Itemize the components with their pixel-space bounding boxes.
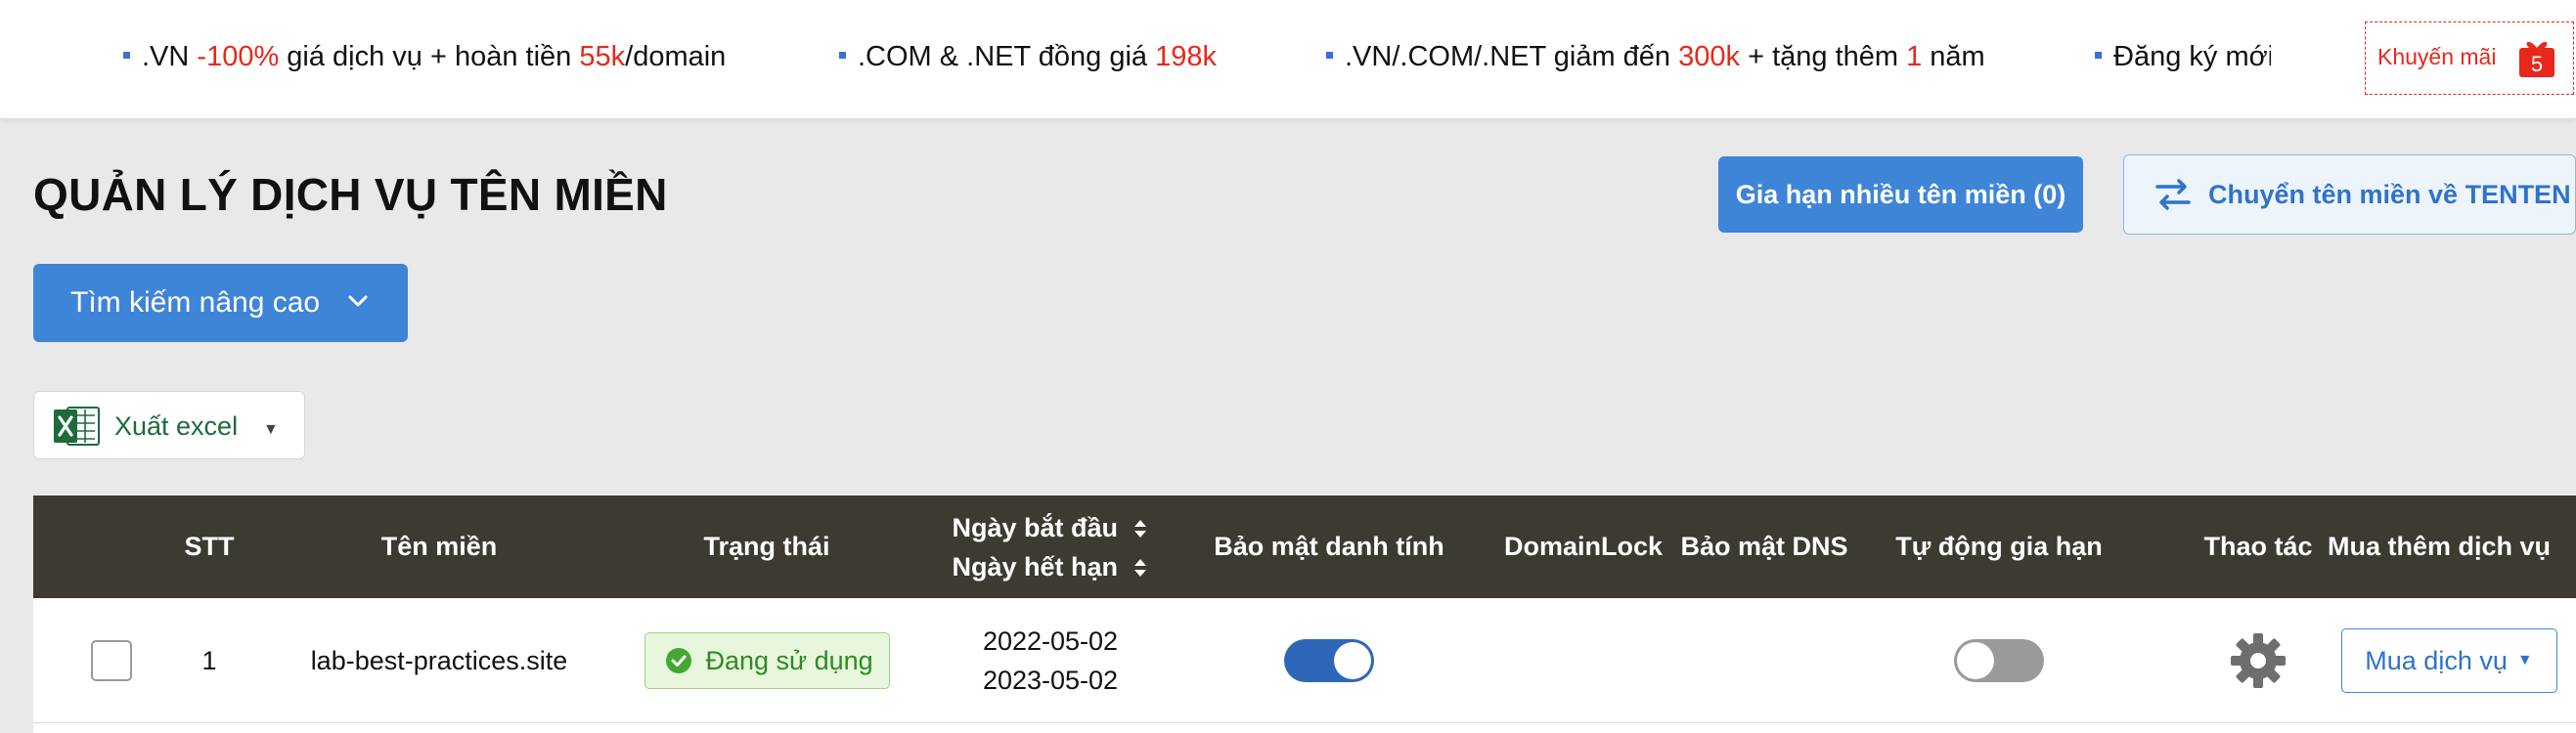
row-status-cell: Đang sử dụng [620, 598, 913, 723]
row-start-date: 2022-05-02 [982, 626, 1119, 656]
table-row: 1 lab-best-practices.site Đang sử dụng 2… [33, 598, 2576, 723]
page-title: QUẢN LÝ DỊCH VỤ TÊN MIỀN [33, 169, 668, 220]
row-privacy-cell [1187, 598, 1471, 723]
gift-icon: 5 [2519, 41, 2554, 77]
bullet-icon [839, 51, 846, 59]
row-buy-cell: Mua dịch vụ ▼ [2322, 598, 2576, 723]
row-stt: 1 [201, 645, 217, 675]
status-label: Đang sử dụng [705, 645, 873, 675]
buy-service-dropdown[interactable]: Mua dịch vụ ▼ [2340, 628, 2557, 693]
row-end-date: 2023-05-02 [982, 666, 1119, 695]
column-header-stt: STT [184, 532, 235, 561]
row-checkbox[interactable] [91, 640, 132, 681]
promotion-count: 5 [2531, 52, 2543, 76]
advanced-search-label: Tìm kiếm nâng cao [70, 286, 321, 319]
promo-item[interactable]: .COM & .NET đồng giá 198k [839, 41, 1217, 73]
gear-icon[interactable] [2230, 632, 2287, 689]
caret-down-icon: ▼ [263, 421, 279, 438]
column-header-end-date: Ngày hết hạn [952, 551, 1118, 582]
column-header-privacy: Bảo mật danh tính [1214, 532, 1444, 561]
status-badge: Đang sử dụng [644, 632, 890, 689]
bulk-renew-button[interactable]: Gia hạn nhiều tên miền (0) [1718, 156, 2083, 233]
export-excel-label: Xuất excel [114, 411, 239, 441]
promo-item[interactable]: .VN -100% giá dịch vụ + hoàn tiền 55k/do… [123, 41, 726, 73]
export-excel-button[interactable]: Xuất excel ▼ [33, 391, 305, 459]
promotion-label: Khuyến mãi [2377, 44, 2497, 69]
column-header-status: Trạng thái [703, 532, 830, 561]
promotion-button[interactable]: Khuyến mãi 5 [2365, 22, 2574, 95]
column-header-dates: Ngày bắt đầu Ngày hết hạn [913, 496, 1187, 598]
toggle-knob [1334, 642, 1371, 679]
advanced-search-button[interactable]: Tìm kiếm nâng cao [33, 264, 408, 342]
excel-icon [54, 407, 100, 446]
promo-item[interactable]: .VN/.COM/.NET giảm đến 300k + tặng thêm … [1326, 41, 1985, 73]
bullet-icon [123, 51, 130, 59]
sort-end-date[interactable]: Ngày hết hạn [952, 547, 1148, 586]
row-select-cell [63, 598, 160, 723]
row-domain-link[interactable]: lab-best-practices.site [268, 598, 610, 723]
column-header-buy-more: Mua thêm dịch vụ [2327, 532, 2552, 561]
sort-start-date[interactable]: Ngày bắt đầu [952, 508, 1148, 547]
transfer-domain-label: Chuyển tên miền về TENTEN [2208, 179, 2571, 209]
table-header: STT Tên miền Trạng thái Ngày bắt đầu Ngà… [33, 496, 2576, 598]
row-auto-renew-cell [1843, 598, 2155, 723]
sort-icon [1133, 520, 1146, 539]
auto-renew-toggle[interactable] [1954, 639, 2044, 682]
privacy-toggle[interactable] [1284, 639, 1374, 682]
domain-table: STT Tên miền Trạng thái Ngày bắt đầu Ngà… [33, 496, 2576, 733]
buy-service-label: Mua dịch vụ [2365, 645, 2508, 675]
bullet-icon [1326, 51, 1333, 59]
transfer-domain-button[interactable]: Chuyển tên miền về TENTEN [2123, 154, 2576, 235]
bullet-icon [2095, 51, 2102, 59]
promo-item[interactable]: Đăng ký mới [2095, 41, 2271, 73]
caret-down-icon: ▼ [2516, 652, 2533, 668]
sort-icon [1133, 559, 1146, 578]
swap-arrows-icon [2155, 179, 2191, 210]
column-header-start-date: Ngày bắt đầu [952, 512, 1118, 542]
check-circle-icon [665, 648, 691, 673]
chevron-down-icon [348, 295, 368, 307]
promo-bar: .VN -100% giá dịch vụ + hoàn tiền 55k/do… [0, 0, 2576, 118]
column-header-auto-renew: Tự động gia hạn [1895, 532, 2103, 561]
row-dates-cell: 2022-05-02 2023-05-02 [913, 598, 1187, 723]
toggle-knob [1957, 642, 1994, 679]
column-header-domain: Tên miền [380, 532, 498, 561]
